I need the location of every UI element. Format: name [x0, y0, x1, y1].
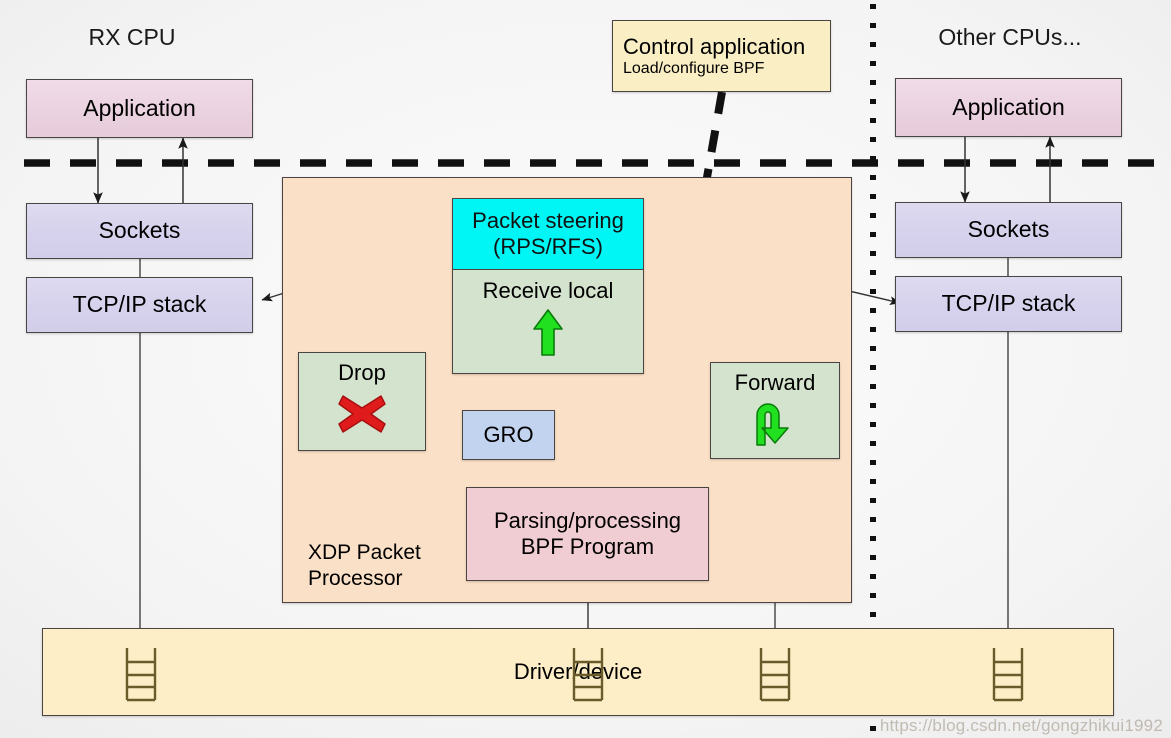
- right-application-label: Application: [952, 93, 1065, 120]
- watermark-text: https://blog.csdn.net/gongzhikui1992: [879, 716, 1163, 735]
- right-sockets-box[interactable]: Sockets: [895, 202, 1122, 258]
- xdp-packet-processor-label: XDP Packet Processor: [308, 540, 421, 590]
- green-up-arrow-icon: [533, 309, 563, 356]
- left-sockets-box[interactable]: Sockets: [26, 203, 253, 259]
- right-application-box[interactable]: Application: [895, 78, 1122, 137]
- xdp-architecture-diagram: RX CPU Other CPUs... Application Sockets…: [0, 0, 1171, 738]
- right-tcpip-label: TCP/IP stack: [941, 290, 1076, 317]
- packet-steering-line2: (RPS/RFS): [493, 234, 603, 259]
- control-application-title: Control application: [623, 33, 806, 59]
- right-tcpip-box[interactable]: TCP/IP stack: [895, 276, 1122, 332]
- column-title-rx-cpu: RX CPU: [88, 24, 176, 50]
- queue-ladder-icon-1: [125, 648, 157, 702]
- red-x-icon: [338, 395, 386, 433]
- queue-ladder-icon-4: [992, 648, 1024, 702]
- drop-box[interactable]: Drop: [298, 352, 426, 451]
- bpf-program-line1: Parsing/processing: [493, 508, 682, 534]
- bpf-program-box[interactable]: Parsing/processing BPF Program: [466, 487, 709, 581]
- drop-label: Drop: [338, 360, 386, 385]
- left-sockets-label: Sockets: [98, 217, 181, 244]
- forward-label: Forward: [734, 370, 816, 395]
- queue-ladder-icon-3: [759, 648, 791, 702]
- left-application-label: Application: [83, 94, 196, 121]
- left-application-box[interactable]: Application: [26, 79, 253, 138]
- gro-box[interactable]: GRO: [462, 410, 555, 460]
- left-tcpip-label: TCP/IP stack: [72, 291, 207, 318]
- column-title-other-cpus: Other CPUs...: [938, 24, 1082, 50]
- gro-label: GRO: [483, 422, 534, 448]
- receive-local-box[interactable]: Receive local: [452, 270, 644, 374]
- control-application-subtitle: Load/configure BPF: [623, 60, 765, 78]
- green-uturn-arrow-icon: [756, 403, 789, 446]
- left-tcpip-box[interactable]: TCP/IP stack: [26, 277, 253, 333]
- right-sockets-label: Sockets: [967, 216, 1050, 243]
- receive-local-label: Receive local: [482, 278, 614, 303]
- bpf-program-line2: BPF Program: [520, 534, 655, 559]
- control-application-box[interactable]: Control application Load/configure BPF: [612, 20, 831, 92]
- forward-box[interactable]: Forward: [710, 362, 840, 459]
- queue-ladder-icon-2: [572, 648, 604, 702]
- packet-steering-line1: Packet steering: [472, 208, 624, 234]
- packet-steering-box[interactable]: Packet steering (RPS/RFS): [452, 198, 644, 270]
